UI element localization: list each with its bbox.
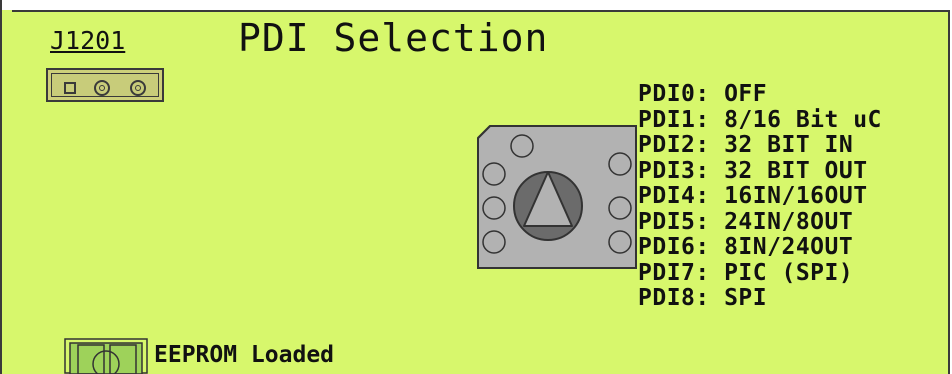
pdi-option-2: PDI2: 32 BIT IN: [638, 132, 854, 158]
board-edge-right: [948, 10, 950, 374]
connector-label: J1201: [50, 26, 126, 55]
rotary-pdi-switch[interactable]: [476, 124, 638, 270]
pdi-option-4: PDI4: 16IN/16OUT: [638, 183, 868, 209]
pdi-option-5: PDI5: 24IN/8OUT: [638, 208, 854, 235]
eeprom-led-icon: [64, 338, 148, 374]
pdi-options-list: PDI0: OFF PDI1: 8/16 Bit uC PDI2: 32 BIT…: [638, 81, 882, 312]
page-title: PDI Selection: [238, 16, 549, 60]
pdi-option-6: PDI6: 8IN/24OUT: [638, 234, 854, 260]
pin-2-round-pad: [94, 80, 110, 96]
board-top-margin: [2, 0, 952, 10]
pdi-option-7: PDI7: PIC (SPI): [638, 259, 854, 286]
pin-header-body: [51, 73, 159, 97]
board-silkscreen: J1201 PDI Selection PDI0: OFF PDI1: 8/16…: [0, 0, 952, 374]
pdi-option-8: PDI8: SPI: [638, 285, 768, 311]
pdi-option-1: PDI1: 8/16 Bit uC: [638, 106, 882, 133]
pin-1-square-pad: [64, 82, 76, 94]
pin-3-round-pad: [130, 80, 146, 96]
pin-header-j1201[interactable]: [46, 68, 164, 102]
pdi-option-0: PDI0: OFF: [638, 81, 768, 107]
pdi-option-3: PDI3: 32 BIT OUT: [638, 157, 868, 184]
led-label: EEPROM Loaded: [154, 342, 335, 368]
led-body: [69, 342, 143, 374]
board-edge-top: [12, 10, 948, 12]
